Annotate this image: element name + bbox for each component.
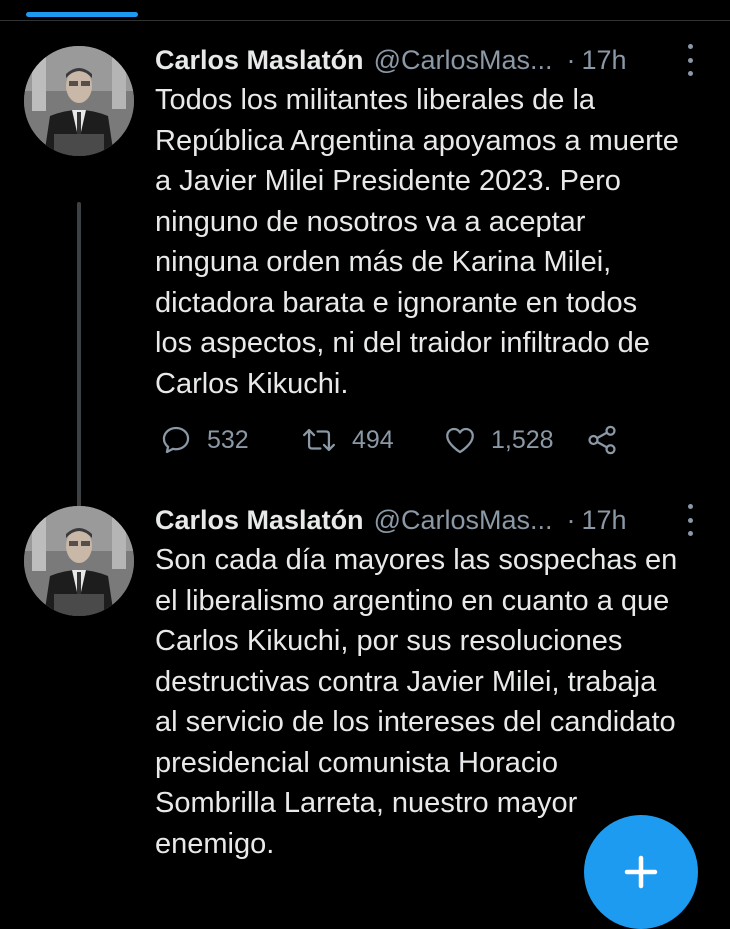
retweet-button[interactable]: 494 [300,420,394,460]
divider [0,20,730,21]
tweet-text-line: ninguno de nosotros va a aceptar [155,205,586,238]
tweet-header: Carlos Maslatón @CarlosMas... · 17h [155,40,715,80]
share-icon [588,425,616,455]
share-button[interactable] [585,420,619,460]
heart-icon [446,427,474,454]
tweet-text-line: el liberalismo argentino en cuanto a que [155,584,670,617]
tweet-header: Carlos Maslatón @CarlosMas... · 17h [155,500,715,540]
author-handle[interactable]: @CarlosMas... [374,505,553,536]
author-name[interactable]: Carlos Maslatón [155,45,364,76]
tweet-text-line: ninguna orden más de Karina Milei, [155,246,612,278]
author-handle[interactable]: @CarlosMas... [374,45,553,76]
tweet-text: Todos los militantes liberales de la Rep… [155,80,715,404]
reply-icon [162,426,190,454]
avatar[interactable] [24,506,134,616]
tweet-text-line: República Argentina apoyamos a muerte [155,124,679,157]
tweet-text-line: Carlos Kikuchi. [155,367,349,400]
separator-dot: · [566,504,576,535]
tweet-text-line: los aspectos, ni del traidor infiltrado … [155,327,650,359]
like-count: 1,528 [491,425,554,454]
avatar-photo [24,46,134,156]
retweet-count: 494 [352,425,394,454]
tweet-actions: 532 494 1,528 [155,420,635,460]
reply-button[interactable]: 532 [159,420,249,460]
tweet-text-line: Carlos Kikuchi, por sus resoluciones [155,625,623,657]
avatar-photo [24,506,134,616]
like-button[interactable]: 1,528 [443,420,554,460]
tweet-text-line: Todos los militantes liberales de la [155,84,596,116]
separator-dot: · [566,44,576,75]
more-icon[interactable] [684,504,696,536]
author-name[interactable]: Carlos Maslatón [155,505,364,536]
plus-icon [624,855,658,889]
tweet-text-line: al servicio de los intereses del candida… [155,706,676,738]
avatar[interactable] [24,46,134,156]
retweet-icon [302,428,336,452]
tweet-text-line: destructivas contra Javier Milei, trabaj… [155,665,657,698]
reply-count: 532 [207,425,249,454]
thread-line [77,202,81,538]
more-icon[interactable] [684,44,696,76]
tweet-text-line: a Javier Milei Presidente 2023. Pero [155,165,621,197]
active-tab-indicator [26,12,138,17]
timestamp[interactable]: 17h [582,45,627,76]
compose-tweet-button[interactable] [584,815,698,929]
tweet-text-line: dictadora barata e ignorante en todos [155,286,638,319]
tweet-text-line: Son cada día mayores las sospechas en [155,544,678,576]
tweet-text-line: presidencial comunista Horacio [155,746,558,779]
timestamp[interactable]: 17h [582,505,627,536]
